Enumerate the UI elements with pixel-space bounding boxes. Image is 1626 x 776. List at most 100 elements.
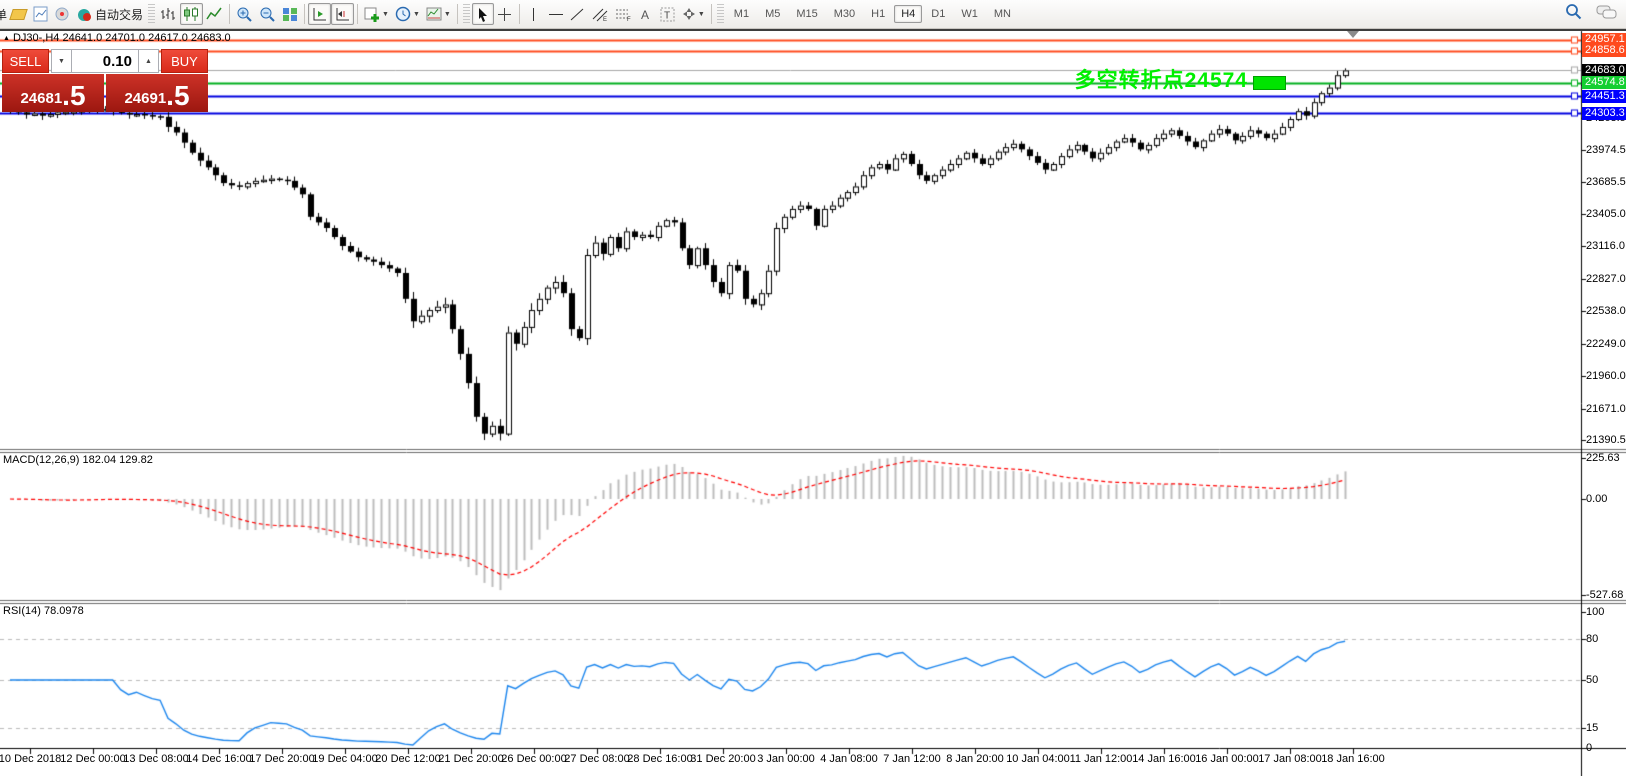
autotrading-button[interactable]: 自动交易 xyxy=(73,3,146,25)
timeframe-d1-button[interactable]: D1 xyxy=(924,5,952,23)
rsi-tick-label: 15 xyxy=(1586,722,1598,734)
time-axis-label: 10 Dec 2018 xyxy=(0,753,61,765)
time-axis-label: 19 Dec 04:00 xyxy=(312,753,377,765)
chart-title: ▲DJ30-,H4 24641.0 24701.0 24617.0 24683.… xyxy=(3,32,231,44)
arrows-icon xyxy=(682,7,696,21)
timeframe-m30-button[interactable]: M30 xyxy=(827,5,862,23)
toolbar-grip[interactable] xyxy=(463,4,470,24)
price-scale[interactable]: 24841.524552.524263.523974.523685.523405… xyxy=(1582,0,1626,776)
objects-icon[interactable] xyxy=(7,3,29,25)
timeframe-w1-button[interactable]: W1 xyxy=(954,5,985,23)
new-order-button[interactable]: 单 xyxy=(0,6,7,23)
zoom-in-icon xyxy=(236,6,253,23)
candlestick-chart-button[interactable] xyxy=(180,3,203,25)
buy-button[interactable]: BUY xyxy=(161,49,208,73)
time-scale[interactable]: 10 Dec 201812 Dec 00:0013 Dec 08:0014 De… xyxy=(0,749,1626,776)
text-label-button[interactable]: T xyxy=(657,3,679,25)
toolbar-grip[interactable] xyxy=(717,4,724,24)
text-button[interactable]: A xyxy=(635,3,657,25)
time-axis-label: 13 Dec 08:00 xyxy=(123,753,188,765)
tile-windows-button[interactable] xyxy=(279,3,301,25)
volume-input[interactable]: 0.10 xyxy=(72,49,138,73)
templates-button[interactable]: ▼ xyxy=(423,3,454,25)
chart-shift-icon xyxy=(334,7,351,22)
vertical-line-button[interactable] xyxy=(523,3,545,25)
trendline-icon xyxy=(570,7,585,22)
toolbar-separator xyxy=(711,4,712,24)
yellow-tool-icon xyxy=(9,9,28,20)
timeframe-m15-button[interactable]: M15 xyxy=(789,5,824,23)
chart-shift-button[interactable] xyxy=(331,3,354,25)
macd-tick-label: 0.00 xyxy=(1586,493,1607,505)
toolbar-separator xyxy=(304,4,305,24)
volume-increase-button[interactable]: ▲ xyxy=(138,49,159,73)
toolbar-right xyxy=(1565,3,1618,20)
volume-decrease-button[interactable]: ▼ xyxy=(51,49,72,73)
zoom-in-button[interactable] xyxy=(233,3,256,25)
crosshair-icon xyxy=(497,7,512,22)
macd-tick-label: 225.63 xyxy=(1586,452,1620,464)
sell-price[interactable]: 24681 .5 xyxy=(2,74,104,112)
macd-indicator-label: MACD(12,26,9) 182.04 129.82 xyxy=(3,454,153,466)
timeframe-h1-button[interactable]: H1 xyxy=(864,5,892,23)
pivot-annotation: 多空转折点24574 xyxy=(1030,64,1248,94)
mt4-window: 单 自动交易 xyxy=(0,0,1626,776)
toolbar: 单 自动交易 xyxy=(0,0,1626,29)
chat-icon[interactable] xyxy=(1596,4,1618,20)
toolbar-grip[interactable] xyxy=(148,4,155,24)
chart-shift-marker[interactable] xyxy=(1347,31,1359,38)
auto-scroll-icon xyxy=(311,7,328,22)
crosshair-button[interactable] xyxy=(494,3,516,25)
timeframe-mn-button[interactable]: MN xyxy=(987,5,1018,23)
fibonacci-button[interactable]: F xyxy=(612,3,635,25)
sell-price-main: 24681 xyxy=(20,89,62,109)
charts-page-icon[interactable] xyxy=(29,3,51,25)
price-tick-label: 23974.5 xyxy=(1586,144,1626,156)
price-tick-label: 21390.5 xyxy=(1586,434,1626,446)
time-axis-label: 10 Jan 04:00 xyxy=(1006,753,1070,765)
timeframe-m1-button[interactable]: M1 xyxy=(727,5,756,23)
line-chart-icon xyxy=(206,7,223,22)
dropdown-arrow-icon: ▼ xyxy=(444,11,451,18)
buy-price[interactable]: 24691 .5 xyxy=(106,74,208,112)
horizontal-line-button[interactable] xyxy=(545,3,567,25)
time-axis-label: 12 Dec 00:00 xyxy=(60,753,125,765)
add-indicator-button[interactable]: ▼ xyxy=(361,3,392,25)
one-click-trading-panel: SELL ▼ 0.10 ▲ BUY 24681 .5 24691 .5 xyxy=(2,49,208,112)
horizontal-line-icon xyxy=(548,8,564,21)
auto-scroll-button[interactable] xyxy=(308,3,331,25)
time-axis-label: 26 Dec 00:00 xyxy=(501,753,566,765)
vertical-line-icon xyxy=(528,7,539,22)
trade-panel-controls: SELL ▼ 0.10 ▲ BUY xyxy=(2,49,208,73)
periods-button[interactable]: ▼ xyxy=(392,3,423,25)
equidistant-channel-button[interactable]: E xyxy=(589,3,612,25)
line-chart-button[interactable] xyxy=(203,3,226,25)
sell-button[interactable]: SELL xyxy=(2,49,49,73)
orb-icon xyxy=(54,6,70,22)
toolbar-separator xyxy=(229,4,230,24)
bar-chart-button[interactable] xyxy=(157,3,180,25)
price-tick-label: 22827.0 xyxy=(1586,273,1626,285)
pivot-annotation-flag[interactable] xyxy=(1253,76,1286,90)
cursor-button[interactable] xyxy=(472,3,494,25)
one-click-toggle-icon[interactable]: ▲ xyxy=(3,35,10,42)
clock-icon xyxy=(395,6,411,22)
timeframe-m5-button[interactable]: M5 xyxy=(758,5,787,23)
arrows-button[interactable]: ▼ xyxy=(679,3,708,25)
add-indicator-icon xyxy=(364,7,380,22)
chart-title-text: DJ30-,H4 24641.0 24701.0 24617.0 24683.0 xyxy=(13,32,231,44)
bar-chart-icon xyxy=(160,7,177,22)
timeframe-h4-button[interactable]: H4 xyxy=(894,5,922,23)
chart-canvas[interactable] xyxy=(0,0,1626,776)
search-icon[interactable] xyxy=(1565,3,1582,20)
trendline-button[interactable] xyxy=(567,3,589,25)
timeframe-toolbar: M1M5M15M30H1H4D1W1MN xyxy=(726,5,1019,23)
price-level-badge: 24858.6 xyxy=(1582,44,1626,57)
time-axis-label: 7 Jan 12:00 xyxy=(883,753,941,765)
zoom-out-button[interactable] xyxy=(256,3,279,25)
time-axis-label: 14 Jan 16:00 xyxy=(1132,753,1196,765)
zoom-out-icon xyxy=(259,6,276,23)
time-axis-label: 31 Dec 20:00 xyxy=(690,753,755,765)
signals-icon[interactable] xyxy=(51,3,73,25)
time-axis-label: 14 Dec 16:00 xyxy=(186,753,251,765)
